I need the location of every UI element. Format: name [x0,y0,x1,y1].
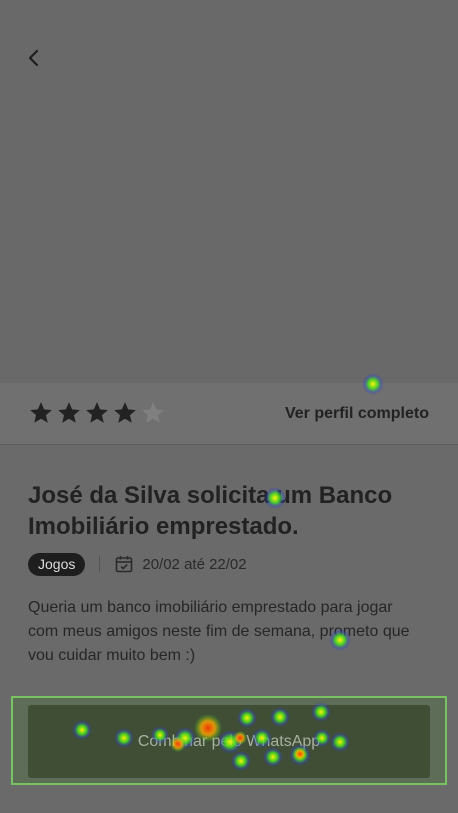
calendar-check-icon [116,556,133,573]
request-description: Queria um banco imobiliário emprestado p… [28,599,410,664]
star-icon [86,402,108,423]
request-dates: 20/02 até 22/02 [142,555,247,573]
star-rating [28,400,166,426]
view-full-profile-link[interactable]: Ver perfil completo [285,405,429,423]
hero-image-area [0,0,458,383]
rating-bar: Ver perfil completo [0,383,458,445]
whatsapp-contact-button[interactable]: Combinar pelo WhatsApp [28,705,430,778]
chevron-left-icon [28,49,39,67]
star-icon [142,402,164,423]
category-tag: Jogos [28,552,86,576]
meta-divider [99,556,101,572]
request-details: José da Silva solicita um Banco Imobiliá… [28,480,428,684]
request-meta: Jogos 20/02 até 22/02 [28,552,428,576]
back-button[interactable] [20,44,48,72]
star-icon [58,402,80,423]
request-title: José da Silva solicita um Banco Imobiliá… [28,482,393,540]
star-icon [30,402,52,423]
star-icon [114,402,136,423]
